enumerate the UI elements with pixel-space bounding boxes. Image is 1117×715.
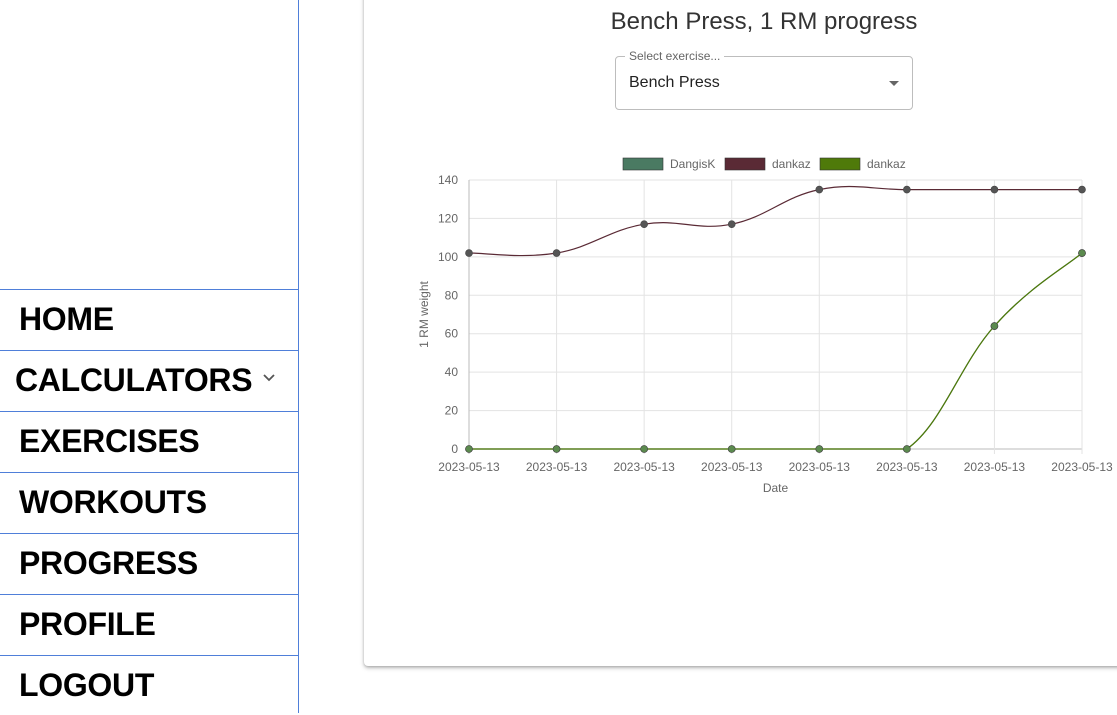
x-tick-label: 2023-05-13	[964, 460, 1026, 474]
data-point	[990, 322, 999, 330]
x-tick-label: 2023-05-13	[613, 460, 675, 474]
data-point	[465, 445, 473, 453]
nav-item-profile[interactable]: PROFILE	[0, 594, 298, 654]
x-tick-label: 2023-05-13	[438, 460, 500, 474]
x-tick-label: 2023-05-13	[701, 460, 763, 474]
data-point	[1078, 249, 1086, 257]
y-tick-label: 140	[438, 173, 458, 187]
legend-swatch	[819, 157, 861, 171]
data-point	[727, 445, 736, 453]
nav-item-home[interactable]: HOME	[0, 289, 298, 349]
y-axis-label: 1 RM weight	[417, 280, 431, 347]
data-point	[552, 249, 561, 257]
nav-item-exercises[interactable]: EXERCISES	[0, 411, 298, 471]
data-point	[815, 445, 824, 453]
y-tick-label: 80	[445, 288, 459, 302]
series-line	[468, 185, 1082, 257]
series-line	[469, 252, 1083, 450]
data-point	[640, 220, 648, 228]
nav-label-logout: LOGOUT	[19, 667, 155, 703]
data-point	[815, 185, 824, 194]
nav-item-calculators[interactable]: CALCULATORS	[0, 350, 298, 410]
page-title: Bench Press, 1 RM progress	[610, 8, 918, 35]
progress-chart: 0 20 40 60 80 100 120 140 2023-05-13 2023-05-13 20…	[417, 157, 1113, 495]
data-point	[1078, 185, 1086, 194]
y-tick-label: 20	[445, 404, 459, 418]
y-tick-label: 100	[438, 250, 458, 264]
nav-item-progress[interactable]: PROGRESS	[0, 533, 298, 593]
nav-label-progress: PROGRESS	[19, 545, 198, 581]
exercise-select-value: Bench Press	[629, 74, 720, 91]
nav-label-workouts: WORKOUTS	[19, 484, 207, 520]
nav-label-profile: PROFILE	[19, 606, 156, 642]
data-point	[640, 445, 648, 453]
legend-swatch	[622, 157, 664, 171]
x-axis-label: Date	[763, 481, 789, 495]
nav-item-workouts[interactable]: WORKOUTS	[0, 472, 298, 532]
data-point	[903, 185, 911, 194]
y-tick-label: 120	[438, 211, 458, 225]
sidebar-nav: HOME CALCULATORS EXERCISES WORKOUTS PROG…	[0, 0, 299, 713]
nav-item-logout[interactable]: LOGOUT	[0, 655, 298, 715]
nav-label-calculators: CALCULATORS	[15, 362, 253, 398]
data-point	[727, 220, 736, 228]
chevron-down-icon[interactable]	[262, 373, 276, 383]
data-point	[903, 445, 911, 453]
y-tick-label: 40	[445, 365, 459, 379]
legend-swatch	[724, 157, 766, 171]
y-tick-label: 0	[451, 442, 458, 456]
legend-label: dankaz	[867, 157, 906, 171]
x-tick-label: 2023-05-13	[526, 460, 588, 474]
nav-label-home: HOME	[19, 301, 114, 337]
x-tick-label: 2023-05-13	[876, 460, 938, 474]
exercise-select[interactable]: Select exercise... Bench Press	[615, 49, 913, 110]
nav-label-exercises: EXERCISES	[19, 423, 200, 459]
x-tick-label: 2023-05-13	[1051, 460, 1113, 474]
data-point	[465, 249, 473, 257]
series-line	[469, 252, 1083, 450]
exercise-select-label: Select exercise...	[625, 49, 725, 63]
legend-label: dankaz	[772, 157, 811, 171]
x-tick-label: 2023-05-13	[789, 460, 851, 474]
dropdown-arrow-icon	[889, 81, 899, 86]
y-tick-label: 60	[445, 327, 459, 341]
data-point	[990, 185, 999, 194]
legend-label: DangisK	[670, 157, 715, 171]
data-point	[552, 445, 561, 453]
